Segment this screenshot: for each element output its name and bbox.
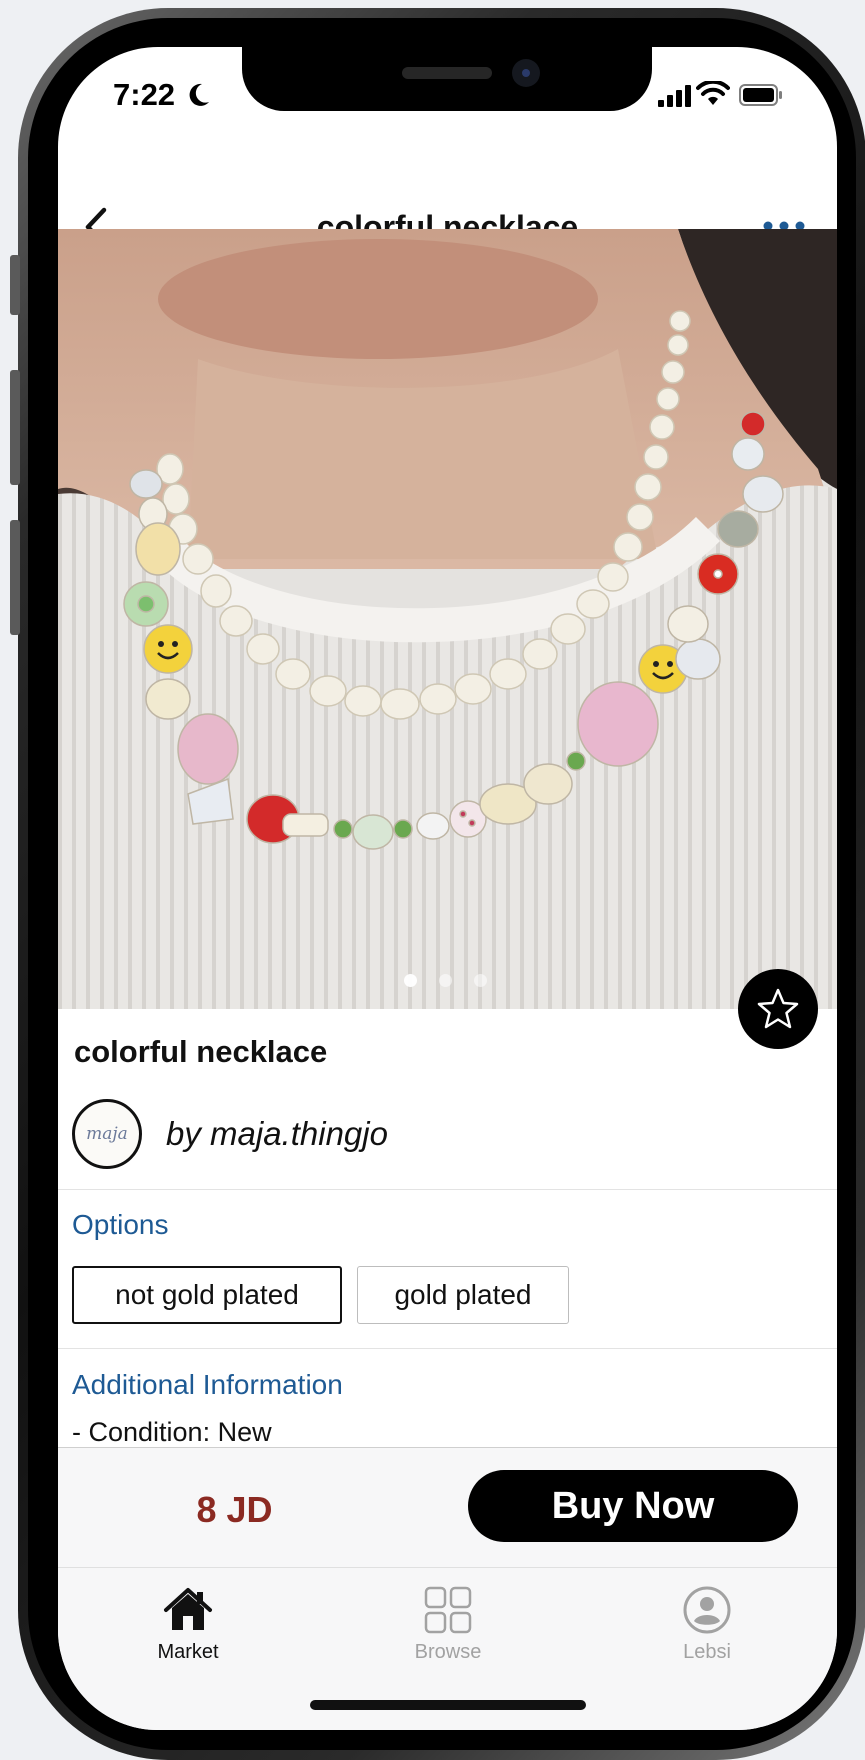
buy-now-button[interactable]: Buy Now	[468, 1470, 798, 1542]
home-indicator[interactable]	[310, 1700, 586, 1710]
section-divider	[58, 1348, 837, 1349]
condition-text: - Condition: New	[72, 1417, 272, 1447]
battery-icon	[739, 84, 782, 106]
additional-info-heading: Additional Information	[72, 1369, 343, 1400]
gallery-page-indicator[interactable]	[404, 974, 509, 992]
tab-lebsi[interactable]: Lebsi	[607, 1568, 807, 1678]
speaker-grille	[402, 67, 492, 79]
section-divider	[58, 1189, 837, 1190]
option-gold-plated[interactable]: gold plated	[357, 1266, 569, 1324]
favorite-button[interactable]	[738, 969, 818, 1049]
volume-down-button	[10, 520, 20, 635]
tab-browse[interactable]: Browse	[348, 1568, 548, 1678]
app-screen: 7:22 colorful necklace colorful necklace…	[58, 47, 837, 1730]
user-icon	[683, 1586, 731, 1634]
necklace-photo	[58, 229, 837, 1009]
notch	[242, 47, 652, 111]
options-heading: Options	[72, 1209, 169, 1240]
option-not-gold-plated[interactable]: not gold plated	[72, 1266, 342, 1324]
seller-avatar[interactable]: maja	[72, 1099, 142, 1169]
product-title: colorful necklace	[74, 1034, 328, 1069]
seller-row[interactable]: maja by maja.thingjo	[72, 1099, 772, 1171]
volume-up-button	[10, 370, 20, 485]
page-dot[interactable]	[474, 974, 487, 987]
page-dot[interactable]	[439, 974, 452, 987]
wifi-icon	[696, 81, 730, 105]
tab-label: Lebsi	[683, 1641, 731, 1663]
cellular-signal-icon	[658, 85, 691, 107]
page-dot[interactable]	[404, 974, 417, 987]
front-camera	[512, 59, 540, 87]
star-icon	[757, 988, 799, 1029]
purchase-bar: 8 JD Buy Now	[58, 1447, 837, 1567]
status-time: 7:22	[113, 77, 176, 112]
moon-icon	[189, 83, 209, 106]
product-image[interactable]	[58, 229, 837, 1009]
tab-market[interactable]: Market	[88, 1568, 288, 1678]
mute-switch	[10, 255, 20, 315]
grid-icon	[424, 1586, 472, 1634]
seller-name[interactable]: by maja.thingjo	[166, 1115, 388, 1153]
tab-label: Market	[157, 1641, 219, 1663]
price-label: 8 JD	[196, 1489, 273, 1530]
home-icon	[164, 1588, 212, 1630]
tab-label: Browse	[414, 1641, 482, 1663]
